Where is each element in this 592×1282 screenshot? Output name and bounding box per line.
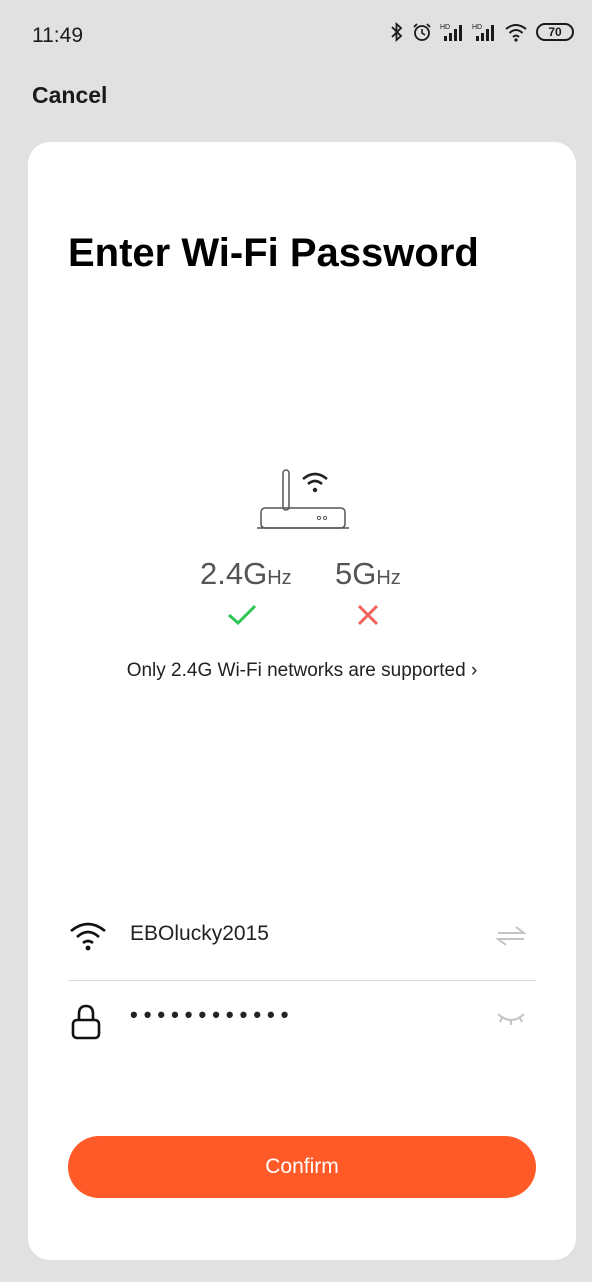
eye-closed-icon[interactable] [496,1008,526,1028]
wifi-icon [70,922,106,951]
battery-icon: 70 [536,23,574,41]
page-title: Enter Wi-Fi Password [68,231,479,275]
wifi-password-card: Enter Wi-Fi Password 2.4GHz 5GHz Only 2.… [28,142,576,1260]
svg-text:HD: HD [440,24,450,31]
router-icon [257,469,349,529]
status-icons: HD HD 70 [390,22,574,42]
switch-network-icon[interactable] [496,924,526,948]
bluetooth-icon [391,22,403,42]
password-value: •••••••••••• [130,1002,295,1027]
field-divider [68,980,536,981]
band-5ghz: 5GHz [335,556,401,591]
supported-networks-text: Only 2.4G Wi-Fi networks are supported [126,660,466,681]
band-24ghz: 2.4GHz [200,556,292,591]
svg-text:HD: HD [472,24,482,31]
status-time: 11:49 [32,24,83,47]
ssid-value: EBOlucky2015 [130,922,269,945]
cancel-button[interactable]: Cancel [32,82,107,109]
confirm-button[interactable]: Confirm [68,1136,536,1198]
signal-hd-icon: HD [472,24,494,41]
check-icon [228,604,257,626]
cross-icon [357,604,379,626]
signal-hd-icon: HD [440,24,462,41]
supported-networks-link[interactable]: Only 2.4G Wi-Fi networks are supported › [28,660,576,682]
password-field[interactable]: •••••••••••• [68,988,536,1054]
lock-icon [71,1004,101,1040]
band-row: 2.4GHz 5GHz [28,556,576,596]
wifi-icon [505,24,527,42]
chevron-right-icon: › [470,660,478,681]
status-bar: 11:49 HD HD 70 [0,0,592,70]
wifi-network-field[interactable]: EBOlucky2015 [68,904,536,970]
alarm-icon [413,23,431,41]
